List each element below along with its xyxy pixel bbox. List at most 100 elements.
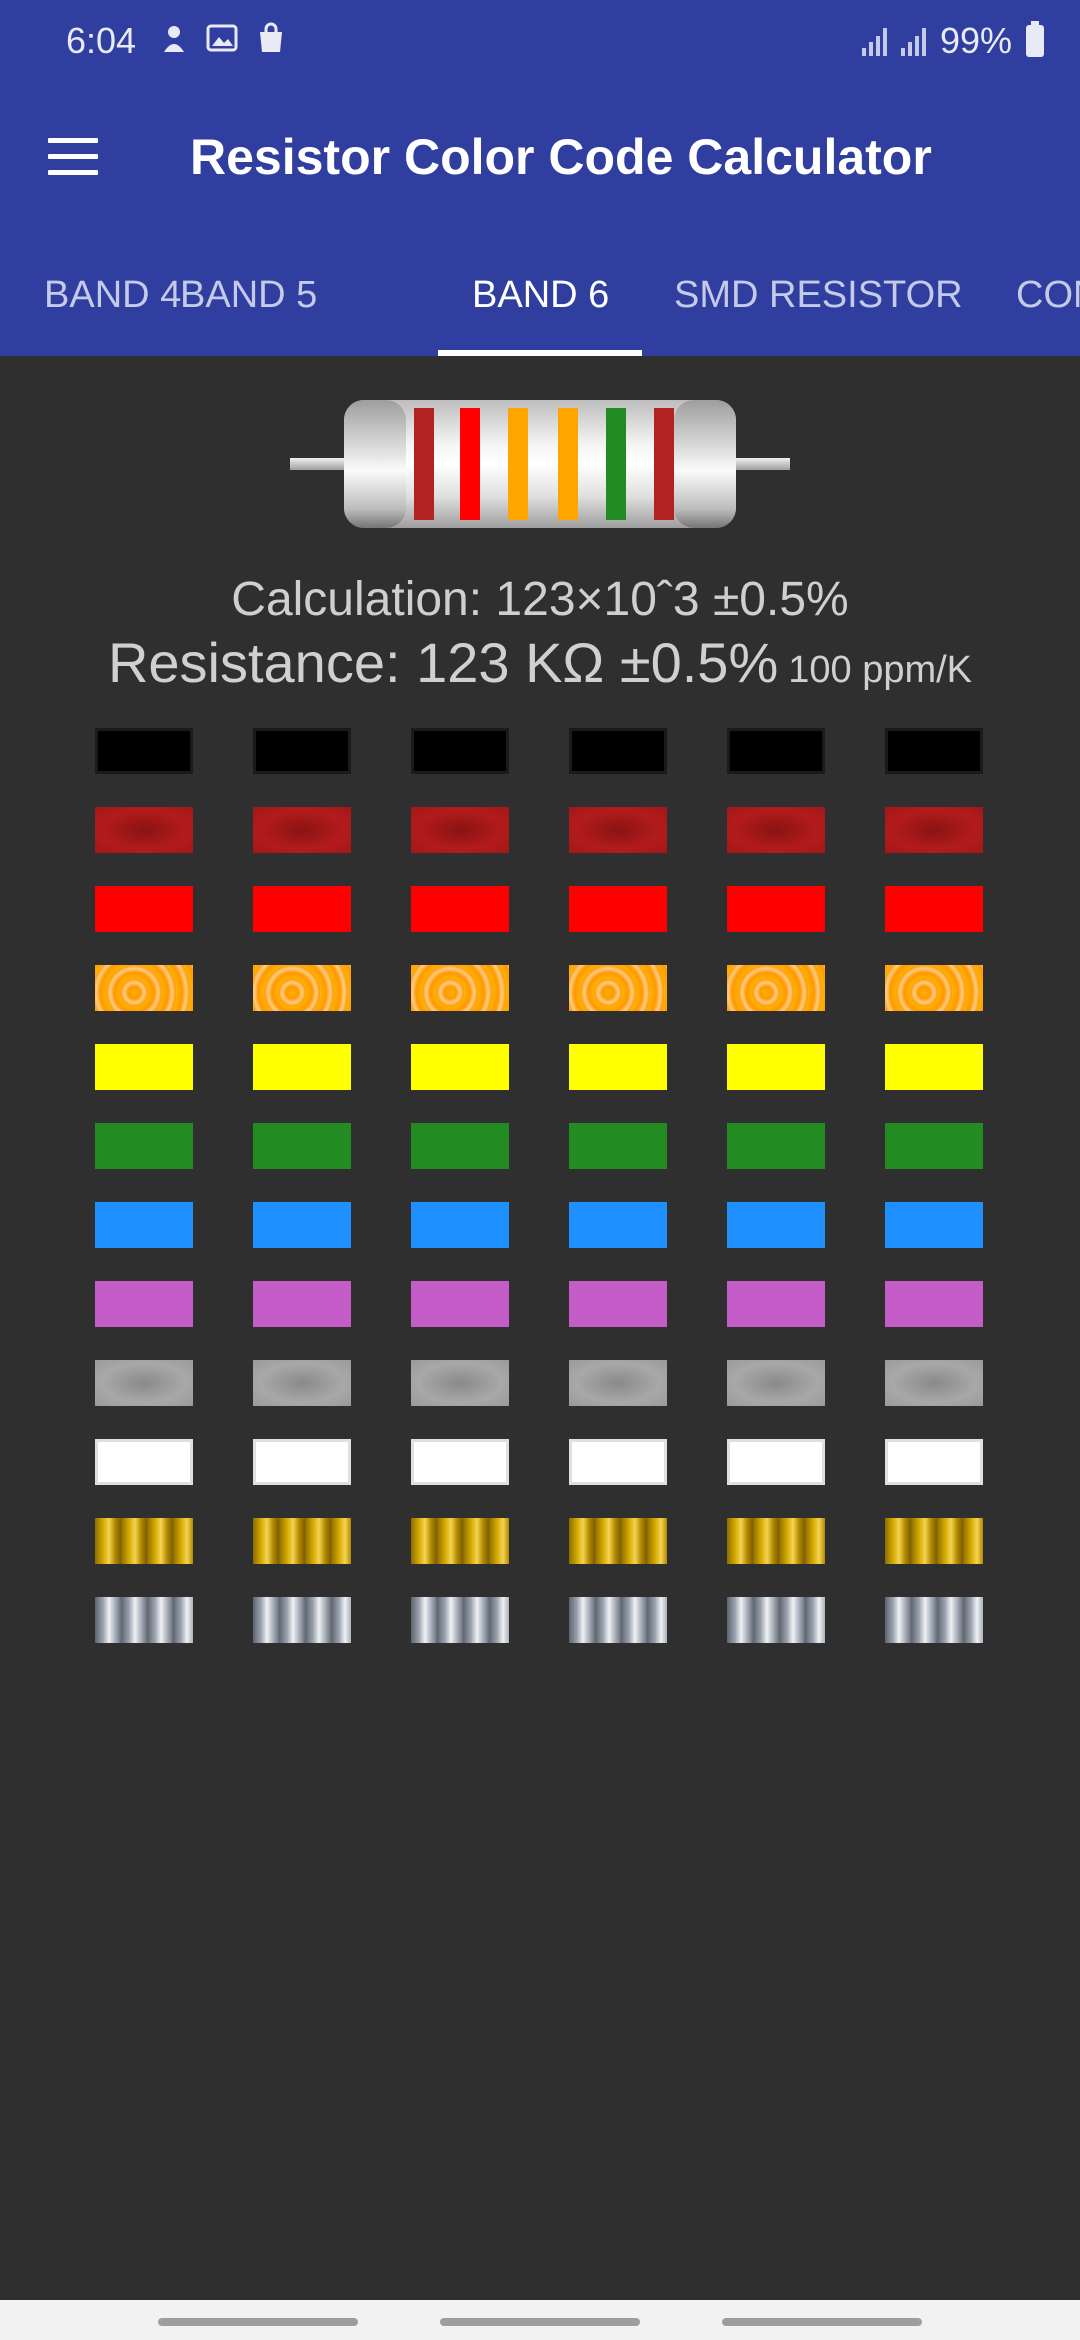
band-5-orange-swatch[interactable] — [727, 965, 825, 1011]
band-3-gold-swatch[interactable] — [411, 1518, 509, 1564]
band-1-yellow-swatch[interactable] — [95, 1044, 193, 1090]
band-6-gold-swatch[interactable] — [885, 1518, 983, 1564]
band-3-orange-swatch[interactable] — [411, 965, 509, 1011]
band-4-brown-swatch[interactable] — [569, 807, 667, 853]
band-1-red-swatch[interactable] — [95, 886, 193, 932]
band-3-violet-swatch[interactable] — [411, 1281, 509, 1327]
band-6-white-swatch[interactable] — [885, 1439, 983, 1485]
band-1-green-swatch[interactable] — [95, 1123, 193, 1169]
band-2-black-swatch[interactable] — [253, 728, 351, 774]
band-4-blue-swatch[interactable] — [569, 1202, 667, 1248]
nav-recents-button[interactable] — [158, 2318, 358, 2326]
band-6-red-swatch[interactable] — [885, 886, 983, 932]
status-bar: 6:04 99% — [0, 0, 1080, 84]
band-5-blue-swatch[interactable] — [727, 1202, 825, 1248]
band-3-green-swatch[interactable] — [411, 1123, 509, 1169]
band-5-violet-swatch[interactable] — [727, 1281, 825, 1327]
band-2-gray-swatch[interactable] — [253, 1360, 351, 1406]
status-time: 6:04 — [66, 20, 137, 61]
band-4-black-swatch[interactable] — [569, 728, 667, 774]
tab-band-4[interactable]: BAND 4 — [44, 234, 181, 356]
nav-home-button[interactable] — [440, 2318, 640, 2326]
status-notification-icons — [160, 22, 286, 56]
band-4-gold-swatch[interactable] — [569, 1518, 667, 1564]
band-1-brown-swatch[interactable] — [95, 807, 193, 853]
band-6-brown-swatch[interactable] — [885, 807, 983, 853]
resistance-text: Resistance: 123 KΩ ±0.5% — [107, 631, 779, 694]
tab-smd-resistor[interactable]: SMD RESISTOR — [674, 234, 963, 356]
resistor-band-5 — [606, 408, 626, 520]
resistor-lead-right — [732, 458, 790, 470]
band-4-violet-swatch[interactable] — [569, 1281, 667, 1327]
band-4-white-swatch[interactable] — [569, 1439, 667, 1485]
band-5-black-swatch[interactable] — [727, 728, 825, 774]
band-6-blue-swatch[interactable] — [885, 1202, 983, 1248]
app-bar: Resistor Color Code Calculator — [0, 84, 1080, 234]
band-5-brown-swatch[interactable] — [727, 807, 825, 853]
nav-back-button[interactable] — [722, 2318, 922, 2326]
hamburger-menu-icon[interactable] — [48, 138, 98, 178]
band-2-red-swatch[interactable] — [253, 886, 351, 932]
band-6-green-swatch[interactable] — [885, 1123, 983, 1169]
band-5-red-swatch[interactable] — [727, 886, 825, 932]
resistor-band-4 — [558, 408, 578, 520]
band-1-violet-swatch[interactable] — [95, 1281, 193, 1327]
band-1-black-swatch[interactable] — [95, 728, 193, 774]
band-1-gold-swatch[interactable] — [95, 1518, 193, 1564]
band-2-green-swatch[interactable] — [253, 1123, 351, 1169]
shopping-bag-icon — [260, 22, 282, 52]
calculation-text: Calculation: 123×10ˆ3 ±0.5% — [231, 573, 849, 626]
app-title: Resistor Color Code Calculator — [190, 129, 932, 185]
battery-icon — [1026, 21, 1044, 57]
band-6-gray-swatch[interactable] — [885, 1360, 983, 1406]
battery-percent: 99% — [939, 20, 1012, 61]
band-4-gray-swatch[interactable] — [569, 1360, 667, 1406]
resistor-graphic — [288, 396, 792, 536]
band-4-yellow-swatch[interactable] — [569, 1044, 667, 1090]
band-3-red-swatch[interactable] — [411, 886, 509, 932]
band-6-yellow-swatch[interactable] — [885, 1044, 983, 1090]
band-4-silver-swatch[interactable] — [569, 1597, 667, 1643]
band-3-white-swatch[interactable] — [411, 1439, 509, 1485]
band-6-violet-swatch[interactable] — [885, 1281, 983, 1327]
band-1-white-swatch[interactable] — [95, 1439, 193, 1485]
tab-band-6[interactable]: BAND 6 — [472, 234, 609, 356]
band-1-silver-swatch[interactable] — [95, 1597, 193, 1643]
system-navigation-bar — [0, 2300, 1080, 2340]
band-2-silver-swatch[interactable] — [253, 1597, 351, 1643]
tab-con[interactable]: CON — [1016, 234, 1080, 356]
band-4-green-swatch[interactable] — [569, 1123, 667, 1169]
band-5-white-swatch[interactable] — [727, 1439, 825, 1485]
band-2-white-swatch[interactable] — [253, 1439, 351, 1485]
band-3-blue-swatch[interactable] — [411, 1202, 509, 1248]
signal-icon — [861, 26, 887, 56]
band-5-gold-swatch[interactable] — [727, 1518, 825, 1564]
band-5-green-swatch[interactable] — [727, 1123, 825, 1169]
tab-bar: BAND 4 BAND 5 BAND 6 SMD RESISTOR CON — [0, 234, 1080, 356]
band-3-silver-swatch[interactable] — [411, 1597, 509, 1643]
resistor-band-1 — [414, 408, 434, 520]
band-2-orange-swatch[interactable] — [253, 965, 351, 1011]
band-6-orange-swatch[interactable] — [885, 965, 983, 1011]
band-5-yellow-swatch[interactable] — [727, 1044, 825, 1090]
band-2-violet-swatch[interactable] — [253, 1281, 351, 1327]
tab-band-5[interactable]: BAND 5 — [180, 234, 317, 356]
band-2-blue-swatch[interactable] — [253, 1202, 351, 1248]
band-4-red-swatch[interactable] — [569, 886, 667, 932]
band-3-yellow-swatch[interactable] — [411, 1044, 509, 1090]
band-6-black-swatch[interactable] — [885, 728, 983, 774]
resistor-band-6 — [654, 408, 674, 520]
band-2-gold-swatch[interactable] — [253, 1518, 351, 1564]
band-6-silver-swatch[interactable] — [885, 1597, 983, 1643]
band-5-gray-swatch[interactable] — [727, 1360, 825, 1406]
band-1-orange-swatch[interactable] — [95, 965, 193, 1011]
band-5-silver-swatch[interactable] — [727, 1597, 825, 1643]
band-3-gray-swatch[interactable] — [411, 1360, 509, 1406]
band-3-black-swatch[interactable] — [411, 728, 509, 774]
band-2-brown-swatch[interactable] — [253, 807, 351, 853]
band-4-orange-swatch[interactable] — [569, 965, 667, 1011]
band-3-brown-swatch[interactable] — [411, 807, 509, 853]
band-1-gray-swatch[interactable] — [95, 1360, 193, 1406]
band-1-blue-swatch[interactable] — [95, 1202, 193, 1248]
band-2-yellow-swatch[interactable] — [253, 1044, 351, 1090]
